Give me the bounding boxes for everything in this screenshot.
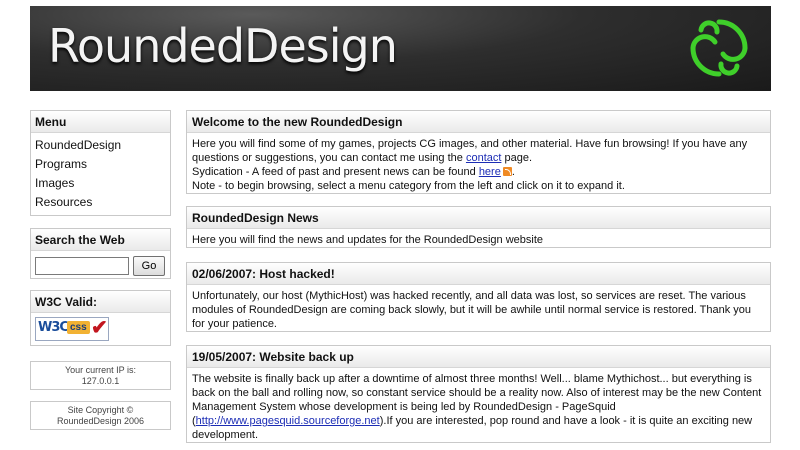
- feed-link[interactable]: here: [479, 166, 501, 178]
- copyright-line1: Site Copyright ©: [67, 405, 134, 415]
- post-text: Note - to begin browsing, select a menu …: [192, 180, 625, 192]
- w3c-heading: W3C Valid:: [31, 291, 170, 313]
- welcome-post: Welcome to the new RoundedDesign Here yo…: [186, 110, 771, 194]
- post-text: page.: [501, 152, 533, 164]
- menu-item-roundeddesign[interactable]: RoundedDesign: [35, 136, 166, 155]
- menu-item-programs[interactable]: Programs: [35, 155, 166, 174]
- rss-icon[interactable]: [502, 167, 512, 176]
- post-title: RoundedDesign News: [187, 207, 770, 229]
- site-title: RoundedDesign: [48, 19, 398, 73]
- go-button[interactable]: Go: [133, 256, 165, 276]
- ip-box: Your current IP is: 127.0.0.1: [30, 361, 171, 390]
- host-hacked-post: 02/06/2007: Host hacked! Unfortunately, …: [186, 262, 771, 332]
- menu-box: Menu RoundedDesign Programs Images Resou…: [30, 110, 171, 216]
- post-text: .: [511, 166, 515, 178]
- menu-list: RoundedDesign Programs Images Resources: [31, 133, 170, 216]
- swirl-logo-icon: [690, 19, 748, 77]
- news-post: RoundedDesign News Here you will find th…: [186, 206, 771, 248]
- search-heading: Search the Web: [31, 229, 170, 251]
- menu-item-resources[interactable]: Resources: [35, 193, 166, 212]
- w3c-box: W3C Valid: W3C css ✔: [30, 290, 171, 346]
- ip-label: Your current IP is:: [64, 365, 137, 375]
- ip-value: 127.0.0.1: [81, 376, 120, 386]
- w3c-css-badge[interactable]: W3C css ✔: [35, 317, 109, 341]
- contact-link[interactable]: contact: [466, 152, 501, 164]
- post-text: Sydication - A feed of past and present …: [192, 166, 479, 178]
- post-body: Here you will find the news and updates …: [192, 234, 543, 246]
- css-label: css: [67, 321, 90, 334]
- search-input[interactable]: [35, 257, 129, 275]
- copyright-box: Site Copyright © RoundedDesign 2006: [30, 401, 171, 430]
- menu-item-images[interactable]: Images: [35, 174, 166, 193]
- copyright-line2: RoundedDesign 2006: [56, 416, 145, 426]
- search-box: Search the Web Go: [30, 228, 171, 279]
- post-body: Here you will find some of my games, pro…: [187, 133, 770, 197]
- pagesquid-link[interactable]: http://www.pagesquid.sourceforge.net: [196, 415, 380, 427]
- website-back-up-post: 19/05/2007: Website back up The website …: [186, 345, 771, 443]
- w3c-logo-text: W3C: [38, 320, 69, 335]
- site-banner: RoundedDesign: [30, 6, 771, 91]
- menu-heading: Menu: [31, 111, 170, 133]
- post-body: The website is finally back up after a d…: [187, 368, 770, 446]
- post-title: 19/05/2007: Website back up: [187, 346, 770, 368]
- checkmark-icon: ✔: [91, 317, 108, 339]
- post-body: Unfortunately, our host (MythicHost) was…: [192, 290, 752, 330]
- post-title: 02/06/2007: Host hacked!: [187, 263, 770, 285]
- post-title: Welcome to the new RoundedDesign: [187, 111, 770, 133]
